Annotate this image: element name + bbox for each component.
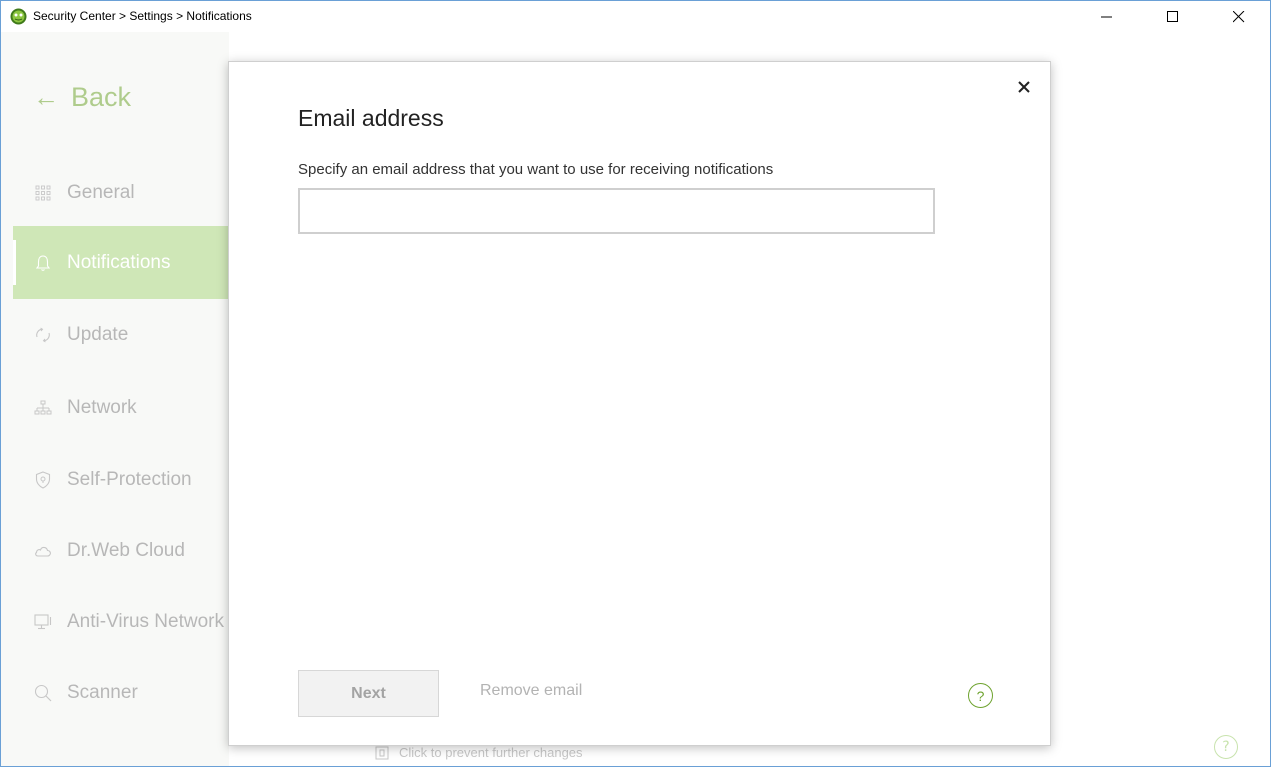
remove-email-link[interactable]: Remove email bbox=[480, 682, 582, 700]
maximize-button[interactable] bbox=[1150, 1, 1196, 32]
next-button[interactable]: Next bbox=[298, 670, 439, 717]
window-title: Security Center > Settings > Notificatio… bbox=[33, 9, 252, 23]
close-window-button[interactable] bbox=[1216, 1, 1262, 32]
email-input[interactable] bbox=[298, 188, 935, 234]
minimize-icon bbox=[1101, 16, 1112, 17]
email-address-dialog: Email address Specify an email address t… bbox=[228, 61, 1051, 746]
help-icon[interactable]: ? bbox=[968, 683, 993, 708]
drweb-spider-icon bbox=[10, 8, 27, 25]
dialog-description: Specify an email address that you want t… bbox=[298, 161, 774, 178]
close-icon bbox=[1018, 81, 1030, 93]
maximize-icon bbox=[1167, 10, 1178, 22]
dialog-close-button[interactable] bbox=[1015, 78, 1033, 96]
dialog-title: Email address bbox=[298, 105, 444, 131]
minimize-button[interactable] bbox=[1084, 1, 1130, 32]
close-icon bbox=[1233, 10, 1245, 22]
title-bar: Security Center > Settings > Notificatio… bbox=[1, 1, 1270, 32]
